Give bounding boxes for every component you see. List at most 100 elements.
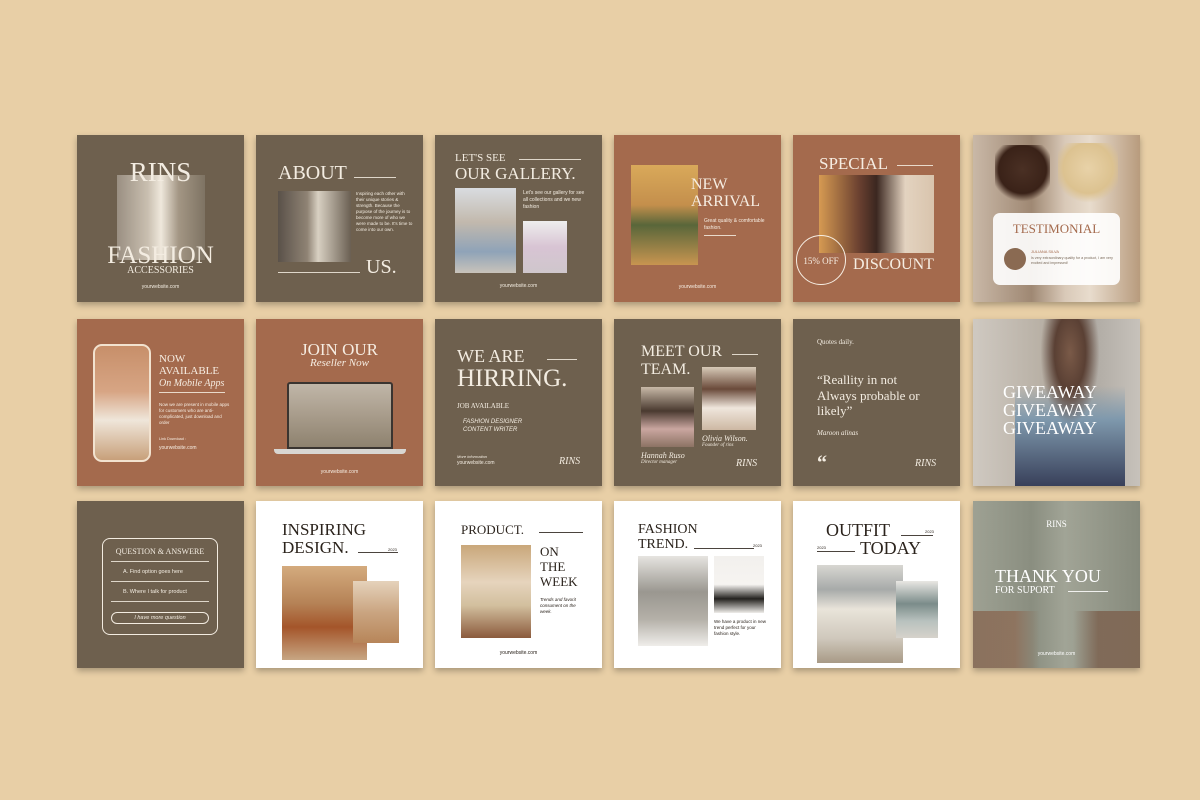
post-about-us: ABOUT Inspiring each other with their un… <box>256 135 423 302</box>
model-photo <box>278 191 351 262</box>
title-team: TEAM. <box>641 361 691 378</box>
subtitle-reseller: Reseller Now <box>310 357 369 369</box>
title-product: PRODUCT. <box>461 522 524 537</box>
website-url[interactable]: yourwebsite.com <box>973 651 1140 658</box>
qa-title: QUESTION & ANSWERE <box>115 547 205 556</box>
outfit-photo-1 <box>817 565 903 663</box>
job-1: FASHION DESIGNER <box>463 419 523 425</box>
title-lets-see: LET'S SEE <box>455 152 506 164</box>
divider <box>694 548 754 549</box>
post-hiring: WE ARE HIRRING. JOB AVAILABLE FASHION DE… <box>435 319 602 486</box>
giveaway-line-1: GIVEAWAY <box>1003 382 1097 402</box>
website-url[interactable]: yourwebsite.com <box>77 284 244 291</box>
brand-logo: RINS <box>1046 519 1067 529</box>
team-photo-2 <box>702 367 756 430</box>
year-label: 2023 <box>753 543 762 548</box>
model-photo-1 <box>995 145 1050 215</box>
website-url[interactable]: yourwebsite.com <box>159 445 197 452</box>
website-url[interactable]: yourwebsite.com <box>614 284 781 291</box>
title-join-our: JOIN OUR <box>301 340 378 359</box>
post-testimonial: TESTIMONIAL JULIANA SILVA Is very extrao… <box>973 135 1140 302</box>
title-about: ABOUT <box>278 162 347 184</box>
post-inspiring-design: INSPIRING DESIGN. 2023 <box>256 501 423 668</box>
website-url[interactable]: yourwebsite.com <box>457 460 495 467</box>
website-url[interactable]: yourwebsite.com <box>435 283 602 290</box>
member-2-name: Olivia Wilson. <box>702 434 748 443</box>
product-photo <box>461 545 531 638</box>
model-photo <box>631 165 698 265</box>
laptop-base <box>274 449 406 454</box>
divider <box>817 551 855 552</box>
gallery-photo-1 <box>455 188 516 273</box>
model-photo-2 <box>1058 143 1118 215</box>
mobile-body: Now we are present in mobile apps for cu… <box>159 402 230 426</box>
brand-logo: RINS <box>736 458 758 469</box>
year-label-1: 2023 <box>925 529 934 534</box>
member-1-name: Hannah Ruso <box>641 451 685 460</box>
website-url[interactable]: yourwebsite.com <box>256 469 423 476</box>
subtitle-accessories: ACCESSORIES <box>127 265 194 276</box>
qa-frame: QUESTION & ANSWERE A. Find option goes h… <box>102 538 218 635</box>
link-download[interactable]: Link Download : <box>159 437 186 442</box>
job-available: JOB AVAILABLE <box>457 402 510 410</box>
divider <box>111 601 209 602</box>
post-new-arrival: NEW ARRIVAL Great quality & comfortable … <box>614 135 781 302</box>
qa-option-a[interactable]: A. Find option goes here <box>123 569 183 576</box>
title-thank-you: THANK YOU <box>995 566 1101 586</box>
gallery-photo-2 <box>523 221 567 273</box>
title-on: ON <box>540 544 559 559</box>
title-our-gallery: OUR GALLERY. <box>455 164 576 183</box>
divider <box>1068 591 1108 592</box>
brand-logo: RINS <box>915 458 937 469</box>
divider <box>539 532 583 533</box>
testimonial-quote: Is very extraordinary quality for a prod… <box>1031 256 1113 265</box>
title-discount: DISCOUNT <box>853 256 934 273</box>
about-body: Inspiring each other with their unique s… <box>356 191 413 233</box>
subtitle-mobile: On Mobile Apps <box>159 378 225 389</box>
post-special-discount: SPECIAL 15% OFF DISCOUNT <box>793 135 960 302</box>
divider <box>547 359 577 360</box>
post-fashion-accessories: RINS FASHION ACCESSORIES yourwebsite.com <box>77 135 244 302</box>
post-mobile-apps: NOW AVAILABLE On Mobile Apps Now we are … <box>77 319 244 486</box>
title-arrival: ARRIVAL <box>691 193 761 210</box>
quote-mark-icon: “ <box>817 452 827 474</box>
title-hirring: HIRRING. <box>457 365 568 392</box>
arrival-body: Great quality & comfortable fashion. <box>704 218 765 231</box>
member-2-role: Founder of rins <box>702 443 734 448</box>
title-the: THE <box>540 559 566 574</box>
avatar <box>1004 248 1026 270</box>
post-gallery: LET'S SEE OUR GALLERY. Let's see our gal… <box>435 135 602 302</box>
title-today: TODAY <box>860 538 922 558</box>
post-giveaway: GIVEAWAY GIVEAWAY GIVEAWAY <box>973 319 1140 486</box>
divider <box>519 159 581 160</box>
divider <box>704 235 736 236</box>
giveaway-line-2: GIVEAWAY <box>1003 400 1097 420</box>
title-for-suport: FOR SUPORT <box>995 585 1055 596</box>
qa-option-b[interactable]: B. Where I talk for product <box>123 589 187 596</box>
quote-author: Maroon alinas <box>817 429 859 437</box>
post-join-reseller: JOIN OUR Reseller Now yourwebsite.com <box>256 319 423 486</box>
gallery-body: Let's see our gallery for see all collec… <box>523 190 585 210</box>
title-meet-our: MEET OUR <box>641 343 723 360</box>
outfit-photo-2 <box>896 581 938 638</box>
post-meet-team: MEET OUR TEAM. Hannah Ruso Director mana… <box>614 319 781 486</box>
testimonial-card: TESTIMONIAL JULIANA SILVA Is very extrao… <box>993 213 1120 285</box>
hands-photo <box>973 611 1140 668</box>
design-photo-2 <box>353 581 399 643</box>
divider <box>159 392 225 393</box>
divider <box>897 165 933 166</box>
trend-photo-1 <box>638 556 708 646</box>
post-product-week: PRODUCT. ON THE WEEK Trends and favorit … <box>435 501 602 668</box>
divider <box>901 535 933 536</box>
member-1-role: Director manager <box>641 460 678 465</box>
title-we-are: WE ARE <box>457 346 525 366</box>
divider <box>278 272 360 273</box>
more-question-button[interactable]: I have more question <box>111 612 209 624</box>
website-url[interactable]: yourwebsite.com <box>435 650 602 657</box>
more-info: More information <box>457 454 488 459</box>
title-inspiring: INSPIRING <box>282 520 367 539</box>
discount-badge: 15% OFF <box>796 235 846 285</box>
post-thank-you: RINS THANK YOU FOR SUPORT yourwebsite.co… <box>973 501 1140 668</box>
divider <box>111 581 209 582</box>
post-question-answer: QUESTION & ANSWERE A. Find option goes h… <box>77 501 244 668</box>
